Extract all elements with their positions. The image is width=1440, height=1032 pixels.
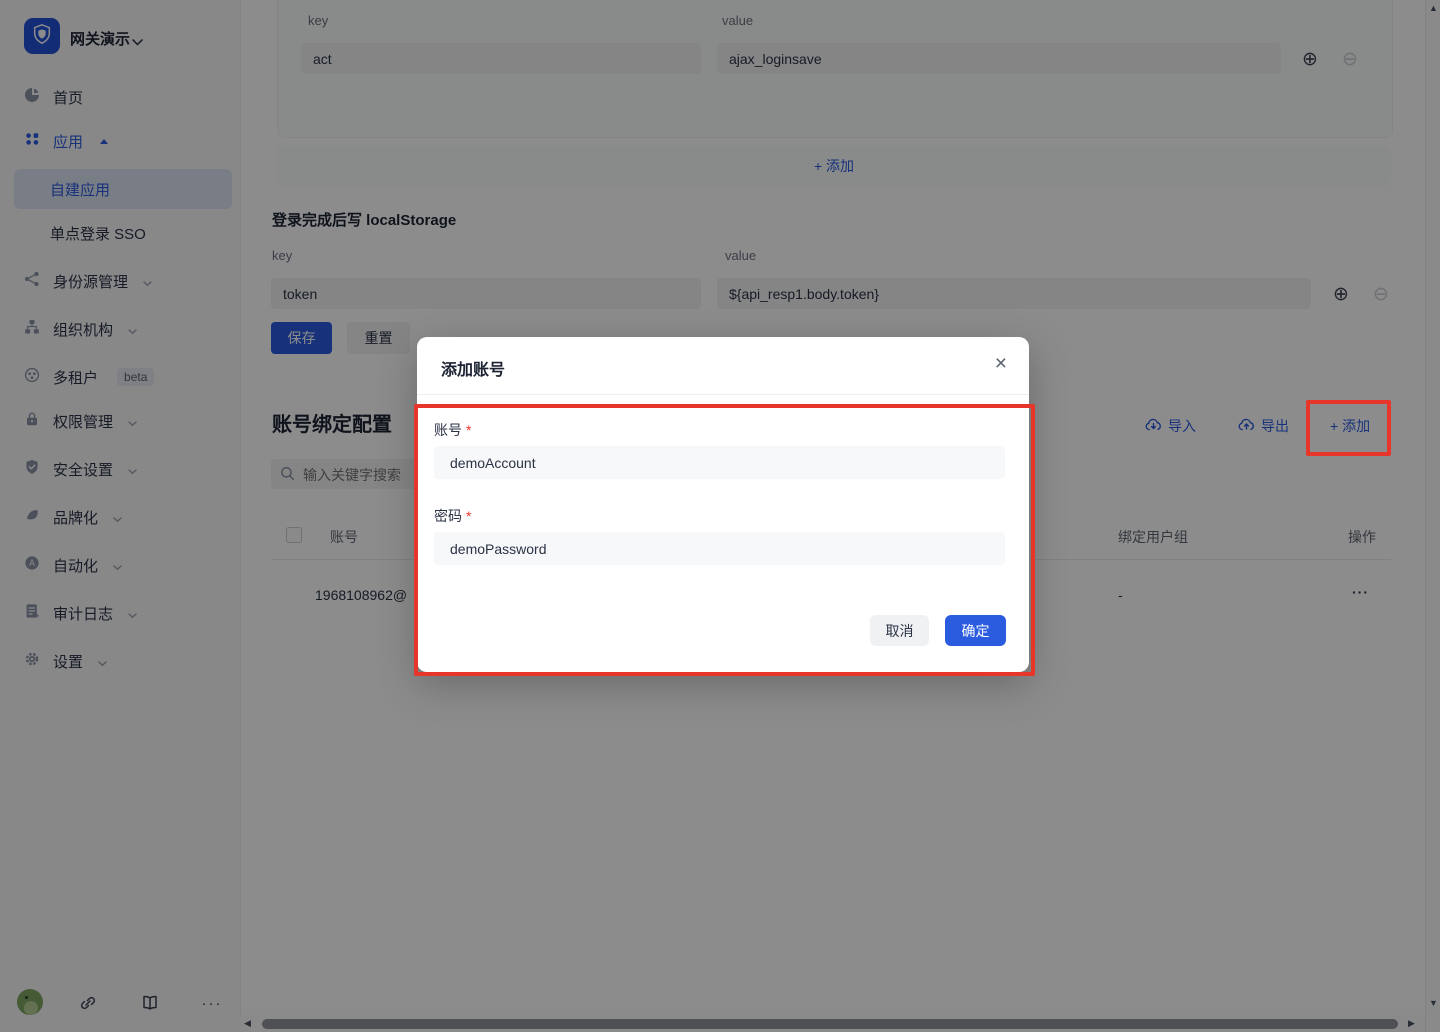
modal-title: 添加账号 xyxy=(441,356,505,380)
modal-header: 添加账号 × xyxy=(417,337,1029,395)
required-asterisk: * xyxy=(466,508,471,524)
cancel-button[interactable]: 取消 xyxy=(870,615,929,646)
confirm-button[interactable]: 确定 xyxy=(945,615,1006,646)
add-account-modal: 添加账号 × 账号* 密码* 取消 确定 xyxy=(417,337,1029,672)
account-label-text: 账号 xyxy=(434,422,462,438)
password-input[interactable] xyxy=(434,532,1005,565)
close-icon[interactable]: × xyxy=(995,352,1007,376)
account-input[interactable] xyxy=(434,446,1005,479)
required-asterisk: * xyxy=(466,422,471,438)
password-field-label: 密码* xyxy=(434,506,471,526)
account-field-label: 账号* xyxy=(434,420,471,440)
password-label-text: 密码 xyxy=(434,508,462,524)
